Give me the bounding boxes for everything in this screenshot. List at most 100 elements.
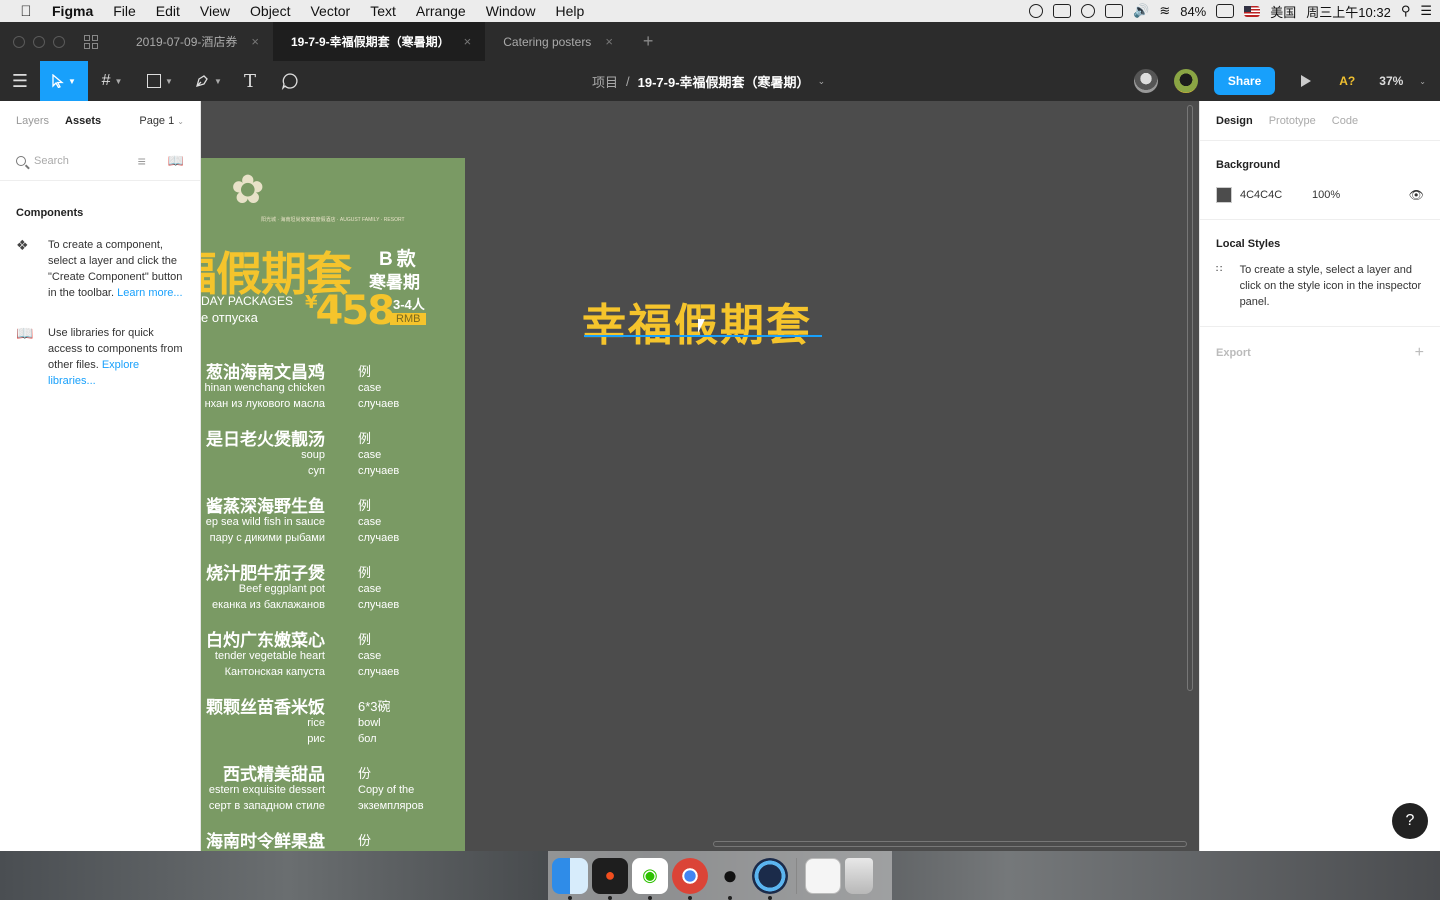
volume-icon[interactable]: 🔊 xyxy=(1133,3,1149,19)
chevron-down-icon[interactable]: ⌄ xyxy=(818,76,826,87)
dish-item[interactable]: 西式精美甜品 estern exquisite dessert серт в з… xyxy=(201,760,465,822)
tab-code[interactable]: Code xyxy=(1332,115,1358,127)
canvas[interactable]: ✿ 阳光城 · 海南坦尚家家庭度假酒店 · AUGUST FAMILY · RE… xyxy=(201,101,1199,851)
zoom-level[interactable]: 37% xyxy=(1379,74,1403,88)
move-tool-button[interactable]: ▼ xyxy=(40,61,88,101)
finder-icon[interactable] xyxy=(552,857,588,900)
tab-layers[interactable]: Layers xyxy=(16,115,49,127)
poster-frame[interactable]: ✿ 阳光城 · 海南坦尚家家庭度假酒店 · AUGUST FAMILY · RE… xyxy=(201,158,465,851)
collaborator-avatar[interactable] xyxy=(1133,69,1158,93)
text-tool-button[interactable]: T xyxy=(232,61,268,101)
menu-text[interactable]: Text xyxy=(360,3,406,19)
wechat-dock-icon[interactable]: ◉ xyxy=(632,857,668,900)
menu-help[interactable]: Help xyxy=(545,3,594,19)
notification-center-icon[interactable]: ☰ xyxy=(1420,3,1432,19)
input-source[interactable]: 美国 xyxy=(1270,2,1296,21)
figma-icon[interactable]: ● xyxy=(592,857,628,900)
dish-item[interactable]: 颗颗丝苗香米饭 rice рис 6*3碗 bowl бол xyxy=(201,693,465,755)
help-button[interactable]: ? xyxy=(1392,803,1428,839)
chrome-icon[interactable] xyxy=(672,857,708,900)
poster-people-count[interactable]: 3-4人 xyxy=(393,294,425,313)
file-browser-icon[interactable] xyxy=(84,34,98,49)
canvas-text-layer[interactable]: 幸福假期套 xyxy=(582,289,812,353)
background-hex-input[interactable]: 4C4C4C xyxy=(1240,189,1304,201)
accessibility-check-button[interactable]: A? xyxy=(1339,74,1355,88)
eye-icon[interactable]: 👁 xyxy=(1409,188,1424,202)
new-tab-button[interactable]: + xyxy=(643,31,654,52)
add-export-button[interactable]: + xyxy=(1415,344,1424,362)
preview-document-icon[interactable] xyxy=(805,857,841,894)
user-avatar[interactable] xyxy=(1173,69,1198,93)
chevron-down-icon[interactable]: ⌄ xyxy=(1419,77,1426,86)
menu-view[interactable]: View xyxy=(190,3,240,19)
background-color-swatch[interactable] xyxy=(1216,187,1232,203)
apple-icon[interactable]:  xyxy=(0,3,52,20)
chevron-down-icon[interactable]: ▼ xyxy=(165,77,173,86)
chevron-down-icon[interactable]: ▼ xyxy=(114,77,122,86)
qq-icon[interactable] xyxy=(1081,4,1096,18)
poster-russian-subtitle[interactable]: е отпуска xyxy=(201,310,258,325)
close-tab-icon[interactable]: × xyxy=(605,34,613,49)
menu-object[interactable]: Object xyxy=(240,3,300,19)
share-button[interactable]: Share xyxy=(1213,67,1276,95)
tab-prototype[interactable]: Prototype xyxy=(1269,115,1316,127)
present-play-icon[interactable] xyxy=(1301,75,1312,87)
learn-more-link[interactable]: Learn more... xyxy=(117,287,182,299)
list-view-icon[interactable]: ≡ xyxy=(138,153,146,169)
dish-item[interactable]: 烧汁肥牛茄子煲 Beef eggplant pot еканка из бакл… xyxy=(201,559,465,621)
tab-catering-posters[interactable]: Catering posters × xyxy=(485,22,627,61)
close-tab-icon[interactable]: × xyxy=(251,34,259,49)
tab-happy-holiday-package[interactable]: 19-7-9-幸福假期套（寒暑期） × xyxy=(272,22,486,61)
search-input[interactable]: Search xyxy=(34,155,69,167)
breadcrumb-project[interactable]: 项目 xyxy=(592,72,618,91)
menu-window[interactable]: Window xyxy=(476,3,546,19)
dish-item[interactable]: 酱蒸深海野生鱼 ep sea wild fish in sauce пару с… xyxy=(201,492,465,554)
chevron-down-icon[interactable]: ▼ xyxy=(68,77,76,86)
qq-dock-icon[interactable]: ● xyxy=(712,858,748,900)
menu-arrange[interactable]: Arrange xyxy=(406,3,476,19)
dish-item[interactable]: 是日老火煲靓汤 soup суп 例 case случаев xyxy=(201,425,465,487)
trash-icon[interactable] xyxy=(845,857,873,894)
dish-name-en: rice xyxy=(307,717,325,729)
clock[interactable]: 周三上午10:32 xyxy=(1306,2,1391,21)
poster-price[interactable]: ¥458 xyxy=(305,288,395,334)
horizontal-scrollbar[interactable] xyxy=(713,841,1187,847)
dish-item[interactable]: 葱油海南文昌鸡 hinan wenchang chicken нхан из л… xyxy=(201,358,465,420)
minimize-window-button[interactable] xyxy=(33,35,45,48)
main-menu-button[interactable]: ☰ xyxy=(0,61,40,101)
frame-tool-button[interactable]: # ▼ xyxy=(88,61,136,101)
record-icon[interactable] xyxy=(1029,4,1044,18)
chevron-down-icon[interactable]: ▼ xyxy=(214,77,222,86)
poster-currency-badge[interactable]: RMB xyxy=(390,313,427,325)
tab-assets[interactable]: Assets xyxy=(65,115,101,127)
menu-vector[interactable]: Vector xyxy=(300,3,360,19)
comment-tool-button[interactable] xyxy=(268,61,312,101)
breadcrumb-file-name[interactable]: 19-7-9-幸福假期套（寒暑期） xyxy=(638,72,810,91)
close-window-button[interactable] xyxy=(13,35,25,48)
close-tab-icon[interactable]: × xyxy=(464,34,472,49)
quicktime-icon[interactable] xyxy=(752,857,788,900)
menu-app-figma[interactable]: Figma xyxy=(52,3,103,19)
spotlight-icon[interactable]: ⚲ xyxy=(1401,3,1411,19)
us-flag-icon[interactable] xyxy=(1244,5,1261,17)
menu-file[interactable]: File xyxy=(103,3,146,19)
dish-item[interactable]: 白灼广东嫩菜心 tender vegetable heart Кантонска… xyxy=(201,626,465,688)
battery-icon[interactable] xyxy=(1216,4,1235,18)
assets-search[interactable]: Search ≡ 📖 xyxy=(0,141,200,181)
team-library-icon[interactable]: 📖 xyxy=(168,153,184,169)
pen-tool-button[interactable]: ▼ xyxy=(184,61,232,101)
page-selector[interactable]: Page 1 ⌄ xyxy=(139,115,184,127)
poster-variant[interactable]: B款 xyxy=(379,244,420,271)
tab-hotel-voucher[interactable]: 2019-07-09-酒店券 × xyxy=(118,22,273,61)
background-opacity-input[interactable]: 100% xyxy=(1312,189,1340,201)
dish-item[interactable]: 海南时令鲜果盘 份 xyxy=(201,827,465,851)
wifi-icon[interactable]: ≋ xyxy=(1159,3,1170,19)
shape-tool-button[interactable]: ▼ xyxy=(136,61,184,101)
poster-english-subtitle[interactable]: DAY PACKAGES xyxy=(201,294,293,308)
vertical-scrollbar[interactable] xyxy=(1187,105,1193,691)
tab-design[interactable]: Design xyxy=(1216,115,1253,127)
wechat-icon[interactable] xyxy=(1053,4,1072,18)
zoom-window-button[interactable] xyxy=(53,35,65,48)
menu-edit[interactable]: Edit xyxy=(146,3,190,19)
airplay-icon[interactable] xyxy=(1105,4,1124,18)
